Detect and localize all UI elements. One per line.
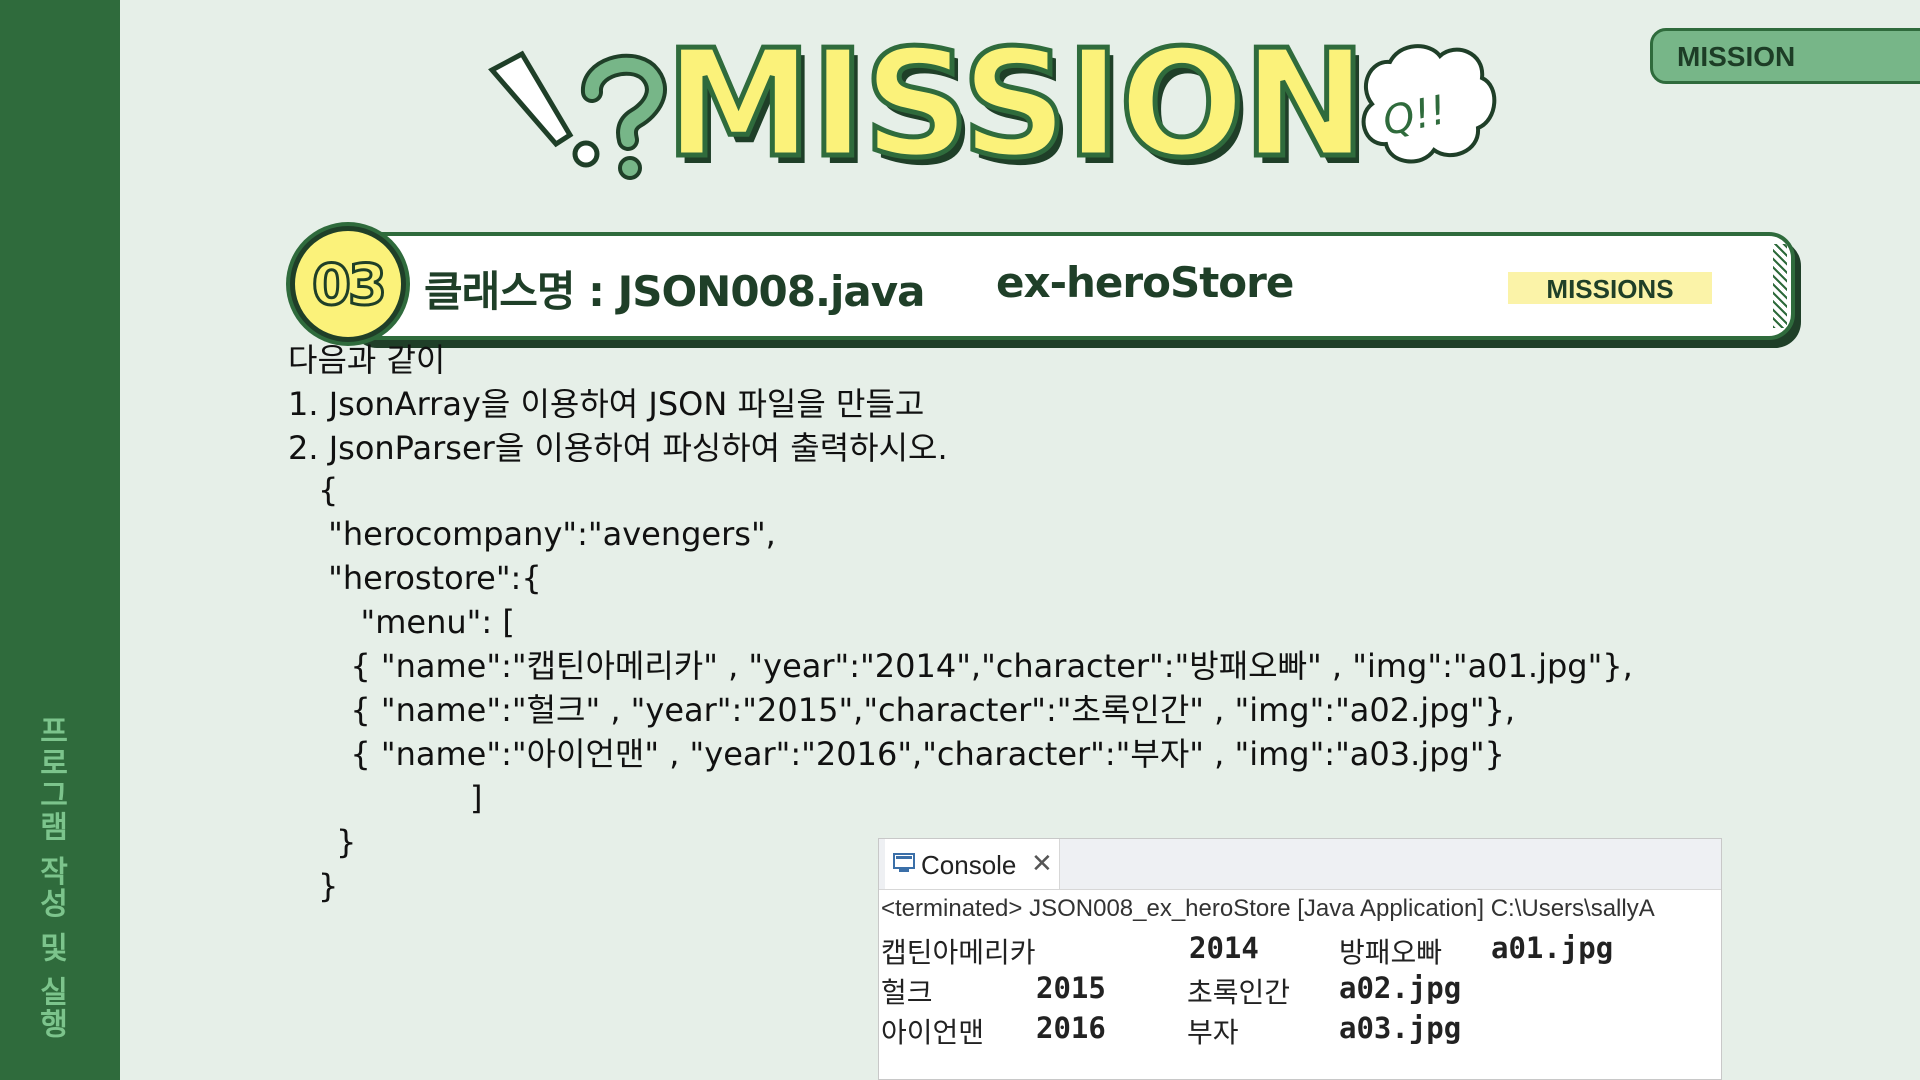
top-tag-label: MISSION bbox=[1677, 41, 1796, 72]
console-status: <terminated> JSON008_ex_heroStore [Java … bbox=[881, 895, 1655, 922]
console-tab-label: Console bbox=[921, 850, 1017, 880]
code-line: } bbox=[318, 867, 339, 905]
title-area: MISSION Q!! bbox=[480, 20, 1510, 220]
hatch-decoration bbox=[1773, 244, 1787, 328]
exclamation-icon bbox=[488, 50, 574, 148]
mission-number-badge: 03 bbox=[290, 226, 406, 342]
console-tab[interactable]: Console ✕ bbox=[885, 839, 1060, 889]
console-row: 아이언맨 2016 부자 a03.jpg bbox=[881, 1011, 1721, 1051]
missions-chip: MISSIONS bbox=[1508, 272, 1712, 304]
console-cell-img: a03.jpg bbox=[1339, 1011, 1462, 1045]
console-cell-name: 아이언맨 bbox=[881, 1016, 985, 1049]
console-cell-name: 캡틴아메리카 bbox=[881, 936, 1036, 969]
instruction-line: 2. JsonParser을 이용하여 파싱하여 출력하시오. bbox=[288, 429, 948, 467]
console-cell-name: 헐크 bbox=[881, 976, 933, 1009]
class-name-label: 클래스명 : JSON008.java bbox=[424, 267, 925, 316]
code-line: "menu": [ bbox=[330, 603, 515, 641]
console-tab-bar: Console ✕ bbox=[879, 839, 1721, 890]
code-line: "herostore":{ bbox=[318, 559, 542, 597]
code-line: "herocompany":"avengers", bbox=[318, 515, 776, 553]
console-cell-img: a01.jpg bbox=[1491, 931, 1614, 965]
instructions: 다음과 같이 1. JsonArray을 이용하여 JSON 파일을 만들고 2… bbox=[288, 338, 1588, 470]
console-window[interactable]: Console ✕ <terminated> JSON008_ex_heroSt… bbox=[878, 838, 1722, 1080]
instruction-line: 1. JsonArray을 이용하여 JSON 파일을 만들고 bbox=[288, 385, 925, 423]
top-tag: MISSION bbox=[1650, 28, 1920, 84]
code-line: { "name":"헐크" , "year":"2015","character… bbox=[330, 691, 1516, 729]
code-line: { "name":"캡틴아메리카" , "year":"2014","chara… bbox=[330, 647, 1633, 685]
console-cell-character: 초록인간 bbox=[1187, 976, 1291, 1009]
console-cell-year: 2014 bbox=[1189, 931, 1259, 965]
close-icon[interactable]: ✕ bbox=[1031, 849, 1053, 879]
console-cell-year: 2016 bbox=[1036, 1011, 1106, 1045]
code-line: { "name":"아이언맨" , "year":"2016","charact… bbox=[330, 735, 1505, 773]
console-cell-img: a02.jpg bbox=[1339, 971, 1462, 1005]
code-line: } bbox=[336, 823, 357, 861]
instruction-line: 다음과 같이 bbox=[288, 341, 446, 379]
console-cell-character: 부자 bbox=[1187, 1016, 1239, 1049]
code-line: ] bbox=[470, 779, 483, 817]
console-row: 캡틴아메리카 2014 방패오빠 a01.jpg bbox=[881, 931, 1721, 971]
left-rail: 프로그램 작성 및 실행 bbox=[0, 0, 120, 1080]
exclamation-question-icon bbox=[488, 50, 667, 180]
console-row: 헐크 2015 초록인간 a02.jpg bbox=[881, 971, 1721, 1011]
console-cell-year: 2015 bbox=[1036, 971, 1106, 1005]
console-cell-character: 방패오빠 bbox=[1339, 936, 1443, 969]
code-line: { bbox=[318, 471, 339, 509]
rail-caption: 프로그램 작성 및 실행 bbox=[33, 715, 68, 1041]
console-icon bbox=[893, 853, 915, 872]
mission-number: 03 bbox=[311, 252, 389, 320]
store-name-label: ex-heroStore bbox=[996, 258, 1294, 307]
page-title: MISSION bbox=[663, 18, 1370, 190]
missions-chip-label: MISSIONS bbox=[1546, 274, 1674, 304]
